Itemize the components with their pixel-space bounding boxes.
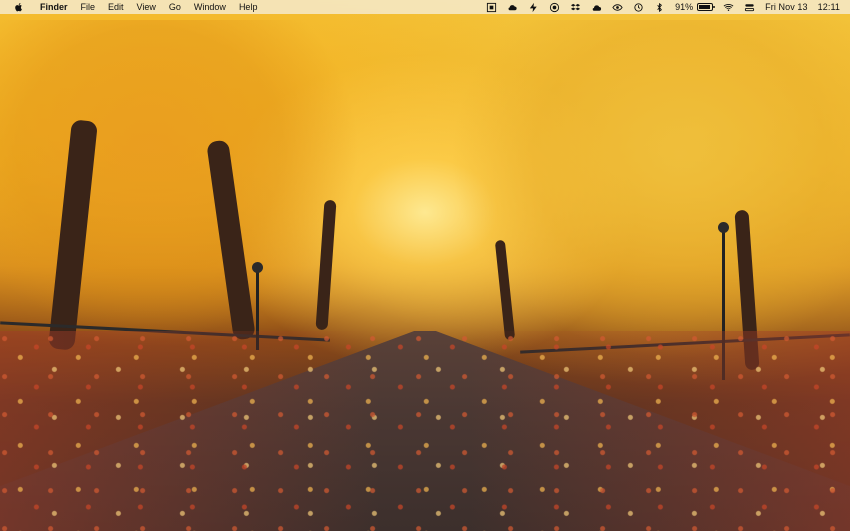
desktop-wallpaper xyxy=(0,0,850,531)
menu-go[interactable]: Go xyxy=(169,2,181,12)
bolt-icon[interactable] xyxy=(528,2,539,13)
dropbox-icon[interactable] xyxy=(570,2,581,13)
menu-bar: Finder File Edit View Go Window Help 91%… xyxy=(0,0,850,14)
date-label[interactable]: Fri Nov 13 xyxy=(765,2,808,12)
battery-icon xyxy=(697,3,716,11)
battery-cap xyxy=(713,6,716,8)
menu-file[interactable]: File xyxy=(81,2,96,12)
menu-bar-right: 91% Fri Nov 13 12:11 xyxy=(486,0,850,14)
menu-bar-left: Finder File Edit View Go Window Help xyxy=(0,0,257,14)
time-machine-icon[interactable] xyxy=(633,2,644,13)
bluetooth-icon[interactable] xyxy=(654,2,665,13)
control-center-icon[interactable] xyxy=(744,2,755,13)
cloud-icon[interactable] xyxy=(591,2,602,13)
menu-help[interactable]: Help xyxy=(239,2,258,12)
fallen-leaves xyxy=(0,331,850,531)
menu-view[interactable]: View xyxy=(137,2,156,12)
menu-edit[interactable]: Edit xyxy=(108,2,124,12)
screen-capture-icon[interactable] xyxy=(486,2,497,13)
time-label[interactable]: 12:11 xyxy=(818,2,840,12)
apple-icon[interactable] xyxy=(14,2,24,12)
battery-level-fill xyxy=(699,5,711,9)
record-icon[interactable] xyxy=(549,2,560,13)
menu-window[interactable]: Window xyxy=(194,2,226,12)
cloud-sync-icon[interactable] xyxy=(507,2,518,13)
menu-finder[interactable]: Finder xyxy=(40,2,68,12)
wifi-icon[interactable] xyxy=(723,2,734,13)
battery-status[interactable]: 91% xyxy=(675,2,716,12)
eye-icon[interactable] xyxy=(612,2,623,13)
battery-percent: 91% xyxy=(675,2,694,12)
